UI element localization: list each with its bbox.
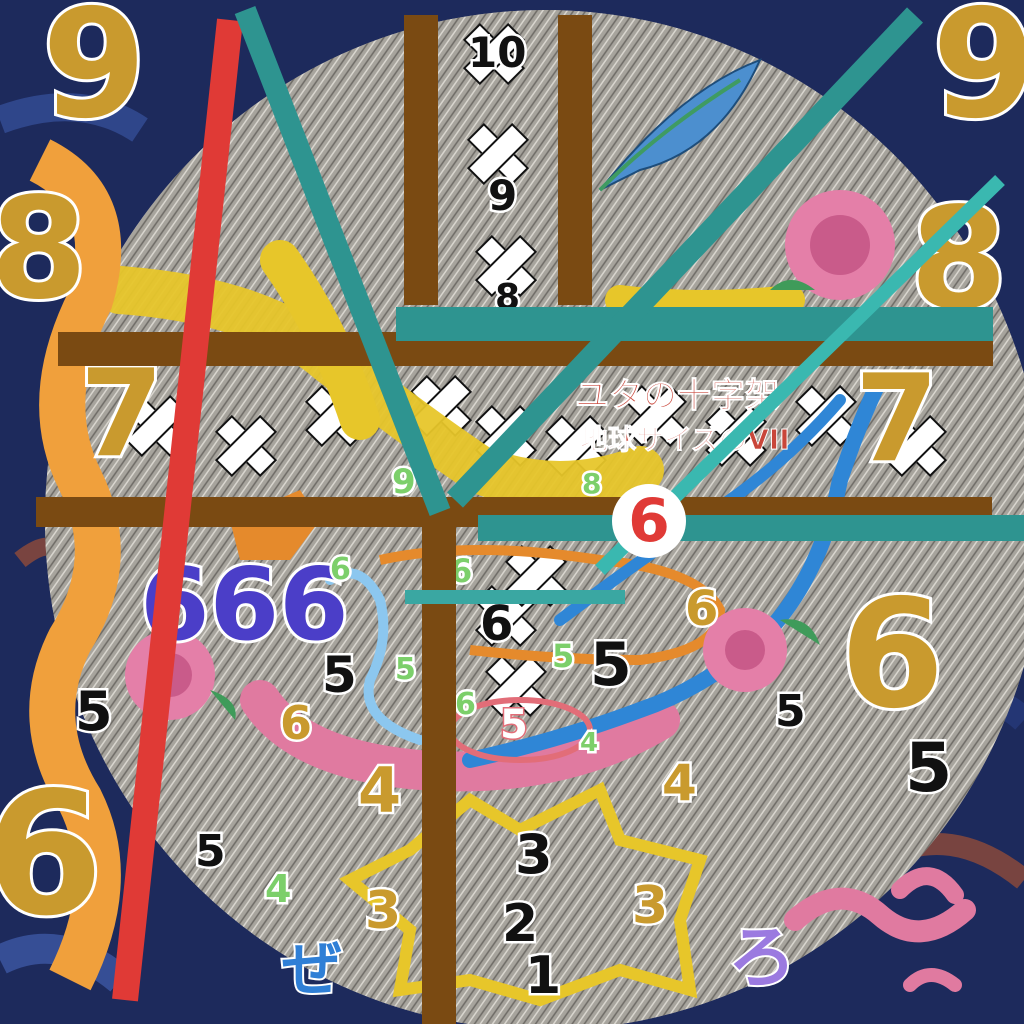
center-badge-number: 6 [628,486,670,556]
artwork-canvas: 9 9 8 8 7 7 6 6 666 10 9 8 5 5 5 5 5 5 5… [0,0,1024,1024]
diagonal-lines [112,6,1005,1002]
kana-bottom-left: ぜ [280,935,344,1005]
kana-bottom-right: ろ [726,919,798,998]
center-badge: 6 [612,484,686,558]
